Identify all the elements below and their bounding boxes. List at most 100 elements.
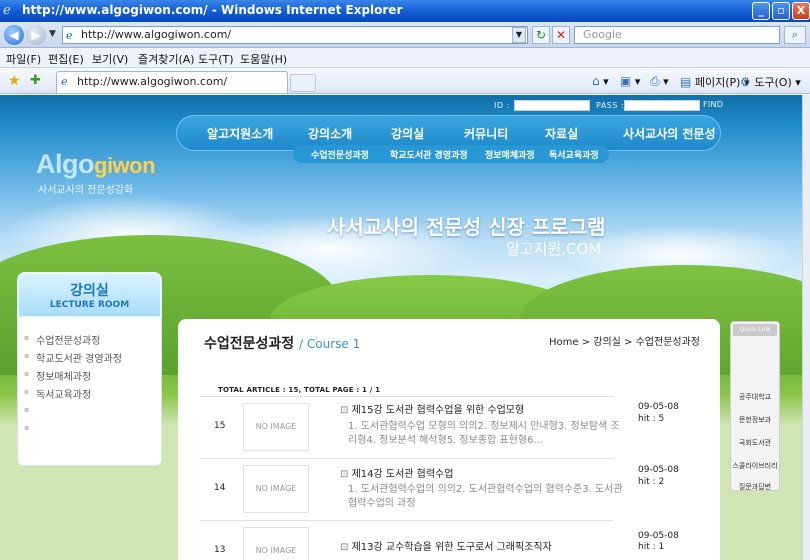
post-subject-text: 제14강 도서관 협력수업 — [351, 469, 454, 480]
subnav-management[interactable]: 학교도서관 경영과정 — [390, 148, 468, 161]
join-link[interactable]: JOIN — [680, 100, 698, 109]
menu-file[interactable]: 파일(F) — [6, 51, 41, 67]
url-input[interactable]: ℯ http://www.algogiwon.com/ — [62, 26, 528, 44]
site-logo[interactable]: Algogiwon — [36, 149, 156, 180]
nav-expertise[interactable]: 사서교사의 전문성 — [623, 125, 716, 142]
menu-edit[interactable]: 편집(E) — [48, 51, 84, 67]
lnb-title: 강의실 — [70, 283, 109, 299]
hero-title: 사서교사의 전문성 신장 프로그램 — [327, 215, 606, 239]
post-date: 09-05-08 — [638, 402, 679, 412]
print-icon[interactable]: ⎙ ▾ — [650, 74, 669, 89]
browser-tab[interactable]: ℯ http://www.algogiwon.com/ — [56, 71, 288, 93]
page-title-suffix: / Course 1 — [299, 337, 361, 351]
nav-lectures[interactable]: 강의소개 — [308, 125, 352, 142]
close-button[interactable]: X — [792, 2, 810, 20]
id-input[interactable] — [514, 100, 590, 111]
quick-link-item[interactable]: 질문과답변 — [731, 482, 779, 492]
lnb-item-teaching[interactable]: 수업전문성과정 — [24, 332, 100, 347]
subnav-reading[interactable]: 독서교육과정 — [549, 148, 599, 161]
post-description: 1. 도서관협력수업 모형의 의의2. 정보제시 안내형3. 정보탐색 조리형4… — [348, 421, 620, 446]
post-subject-text: 제13강 교수학습을 위한 도구로서 그래픽조직자 — [351, 542, 552, 553]
post-subject[interactable]: ⊡ 제14강 도서관 협력수업 — [340, 465, 453, 480]
lnb-item-reading[interactable]: 독서교육과정 — [24, 386, 91, 401]
total-count: TOTAL ARTICLE : 15, TOTAL PAGE : 1 / 1 — [218, 386, 381, 394]
login-link[interactable]: LOGIN — [652, 100, 679, 109]
post-hits: hit : 2 — [638, 477, 665, 487]
post-thumbnail[interactable]: NO IMAGE — [243, 527, 309, 560]
quick-link-header: Quick Link — [733, 324, 777, 336]
search-icon[interactable]: ⌕ — [784, 26, 806, 44]
lnb-item-management[interactable]: 학교도서관 경영과정 — [24, 350, 122, 365]
favorites-bar: ★ ✚ ℯ http://www.algogiwon.com/ ⌂ ▾ ▣ ▾ … — [0, 68, 810, 94]
nav-community[interactable]: 커뮤니티 — [464, 125, 508, 142]
address-bar: ◀ ▶ ▼ ℯ http://www.algogiwon.com/ ▼ ↻ ✕ … — [0, 22, 810, 48]
feeds-icon[interactable]: ▣ ▾ — [620, 74, 640, 88]
table-row[interactable]: 14 NO IMAGE ⊡ 제14강 도서관 협력수업 1. 도서관협력수업의 … — [200, 458, 679, 520]
menu-help[interactable]: 도움말(H) — [240, 51, 287, 67]
post-hits: hit : 1 — [638, 542, 665, 552]
page-title: 수업전문성과정 / Course 1 — [204, 333, 360, 353]
table-row[interactable]: 15 NO IMAGE ⊡ 제15강 도서관 협력수업을 위한 수업모형 1. … — [200, 396, 679, 458]
tools-menu[interactable]: ⚙ 도구(O) ▾ — [740, 74, 801, 90]
favorites-star-icon[interactable]: ★ — [8, 73, 21, 89]
find-link[interactable]: FIND — [703, 100, 723, 109]
lnb-item-media[interactable]: 정보매체과정 — [24, 368, 91, 383]
table-row[interactable]: 13 NO IMAGE ⊡ 제13강 교수학습을 위한 도구로서 그래픽조직자 … — [200, 520, 679, 560]
maximize-button[interactable]: ▫ — [772, 2, 790, 20]
title-bar: ℯ http://www.algogiwon.com/ - Windows In… — [0, 0, 810, 22]
post-number: 13 — [214, 545, 226, 555]
web-page: Algogiwon 사서교사의 전문성강화 ID : PASS : LOGIN … — [0, 95, 810, 560]
post-number: 15 — [214, 421, 226, 431]
lnb-title-en: LECTURE ROOM — [49, 300, 130, 310]
back-button[interactable]: ◀ — [4, 25, 24, 45]
lnb-header: 강의실 LECTURE ROOM — [17, 272, 162, 318]
window-title: http://www.algogiwon.com/ - Windows Inte… — [22, 3, 403, 17]
stop-button[interactable]: ✕ — [552, 26, 570, 44]
bullet-icon: ⊡ — [340, 469, 352, 480]
quick-link-item[interactable]: 스콜라이브러리 — [731, 461, 779, 471]
url-dropdown-icon[interactable]: ▼ — [512, 27, 526, 43]
tab-page-icon: ℯ — [61, 75, 68, 88]
post-thumbnail[interactable]: NO IMAGE — [243, 403, 309, 451]
post-thumbnail[interactable]: NO IMAGE — [243, 465, 309, 513]
id-label: ID : — [494, 101, 510, 110]
nav-classroom[interactable]: 강의실 — [391, 125, 424, 142]
page-title-text: 수업전문성과정 — [204, 336, 295, 352]
tools-menu-label: 도구(O) ▾ — [754, 76, 801, 89]
home-icon[interactable]: ⌂ ▾ — [592, 74, 609, 88]
forward-button[interactable]: ▶ — [26, 25, 46, 45]
pass-label: PASS : — [596, 101, 625, 110]
subnav-teaching[interactable]: 수업전문성과정 — [311, 148, 369, 161]
search-input[interactable]: Google — [574, 26, 780, 44]
tab-label: http://www.algogiwon.com/ — [77, 75, 228, 88]
menu-tools[interactable]: 도구(T) — [198, 51, 234, 67]
logo-main: Algo — [36, 149, 95, 179]
nav-library[interactable]: 자료실 — [545, 125, 578, 142]
post-description: 1. 도서관협력수업의 의의2. 도서관협력수업의 협력수준3. 도서관 협력수… — [348, 484, 623, 509]
bullet-icon: ⊡ — [340, 405, 352, 416]
quick-link-item[interactable]: 국회도서관 — [731, 438, 779, 448]
logo-subtitle: 사서교사의 전문성강화 — [38, 185, 134, 196]
quick-link-item[interactable]: 문헌정보과 — [731, 415, 779, 425]
post-subject[interactable]: ⊡ 제15강 도서관 협력수업을 위한 수업모형 — [340, 401, 524, 416]
refresh-button[interactable]: ↻ — [532, 26, 550, 44]
quick-link-item[interactable]: 공주대학교 — [731, 392, 779, 402]
nav-intro[interactable]: 알고지원소개 — [207, 125, 273, 142]
vertical-scrollbar[interactable] — [802, 95, 810, 560]
minimize-button[interactable]: _ — [752, 2, 770, 20]
ie-logo-icon: ℯ — [3, 3, 11, 18]
page-icon: ℯ — [66, 29, 73, 42]
hero-subtitle: 알고지원,COM — [506, 240, 602, 258]
post-subject[interactable]: ⊡ 제13강 교수학습을 위한 도구로서 그래픽조직자 — [340, 538, 552, 553]
post-date: 09-05-08 — [638, 465, 679, 475]
menu-view[interactable]: 보기(V) — [92, 51, 128, 67]
url-text: http://www.algogiwon.com/ — [81, 28, 232, 41]
new-tab-button[interactable] — [290, 74, 316, 92]
logo-accent: giwon — [94, 153, 156, 178]
content-panel: 수업전문성과정 / Course 1 Home > 강의실 > 수업전문성과정 … — [178, 319, 720, 560]
post-date: 09-05-08 — [638, 531, 679, 541]
subnav-media[interactable]: 정보매체과정 — [485, 148, 535, 161]
add-favorite-icon[interactable]: ✚ — [30, 73, 41, 88]
menu-favorites[interactable]: 즐겨찾기(A) — [138, 51, 195, 67]
history-dropdown-icon[interactable]: ▼ — [49, 29, 56, 39]
